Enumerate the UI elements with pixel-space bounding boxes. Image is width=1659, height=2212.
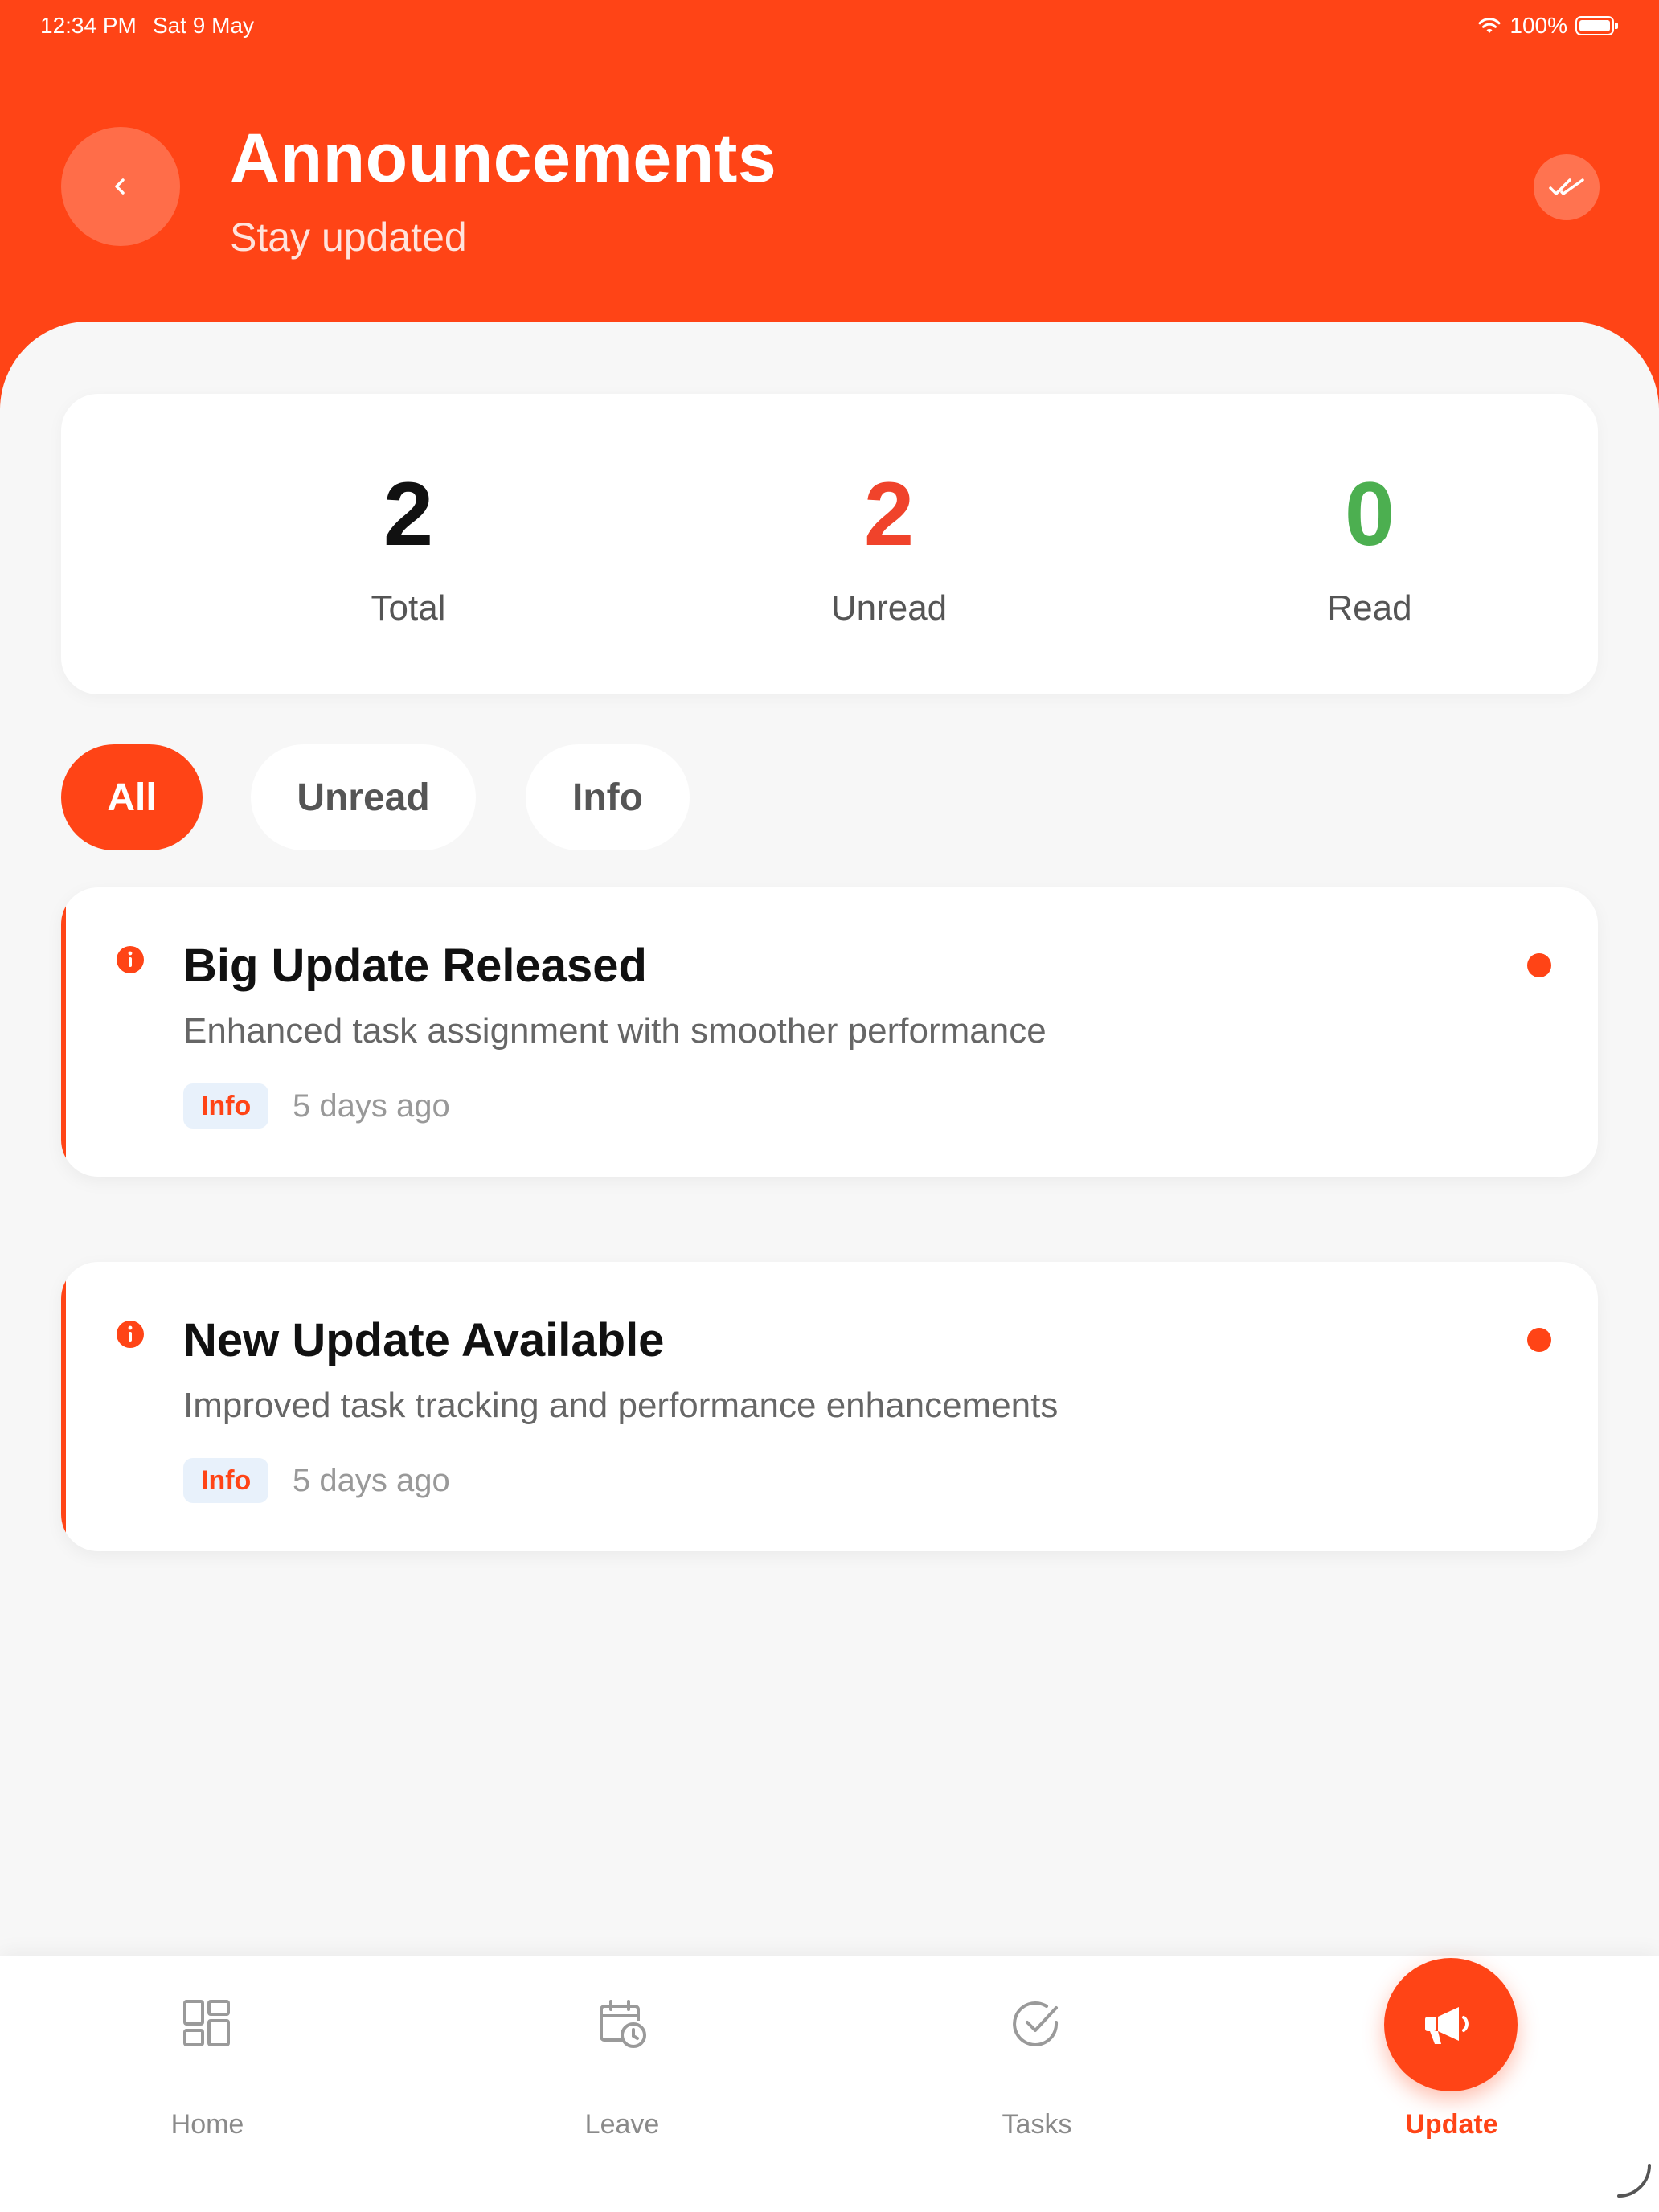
nav-label-home: Home	[170, 2109, 244, 2140]
announcement-tag-badge: Info	[183, 1083, 269, 1129]
check-circle-icon	[1013, 2001, 1059, 2046]
back-button[interactable]	[61, 127, 180, 246]
stat-unread-value: 2	[863, 464, 915, 564]
stat-read-value: 0	[1344, 464, 1395, 564]
announcement-description: Enhanced task assignment with smoother p…	[183, 1011, 1047, 1051]
mark-all-read-button[interactable]	[1534, 154, 1600, 220]
unread-dot-icon	[1527, 1328, 1551, 1352]
status-indicators: 100%	[1477, 13, 1618, 39]
announcement-tag-badge: Info	[183, 1458, 269, 1503]
announcement-card[interactable]: Big Update Released Enhanced task assign…	[61, 887, 1598, 1177]
stat-total-value: 2	[383, 464, 434, 564]
page-subtitle: Stay updated	[230, 215, 467, 260]
nav-label-update: Update	[1405, 2109, 1498, 2140]
info-icon	[117, 1321, 144, 1348]
stat-read: 0 Read	[1209, 394, 1530, 629]
announcement-card[interactable]: New Update Available Improved task track…	[61, 1262, 1598, 1551]
stat-unread-label: Unread	[830, 588, 948, 628]
wifi-icon	[1478, 18, 1501, 33]
bottom-navigation: Home Leave Tasks Update	[0, 1956, 1659, 2212]
calendar-clock-icon	[600, 2000, 646, 2048]
double-check-icon	[1549, 178, 1584, 195]
battery-percentage: 100%	[1509, 13, 1567, 38]
announcement-description: Improved task tracking and performance e…	[183, 1386, 1059, 1425]
announcement-time: 5 days ago	[293, 1463, 450, 1498]
stat-unread: 2 Unread	[728, 394, 1050, 629]
swipe-handle-icon	[1617, 2164, 1651, 2198]
chevron-left-icon	[115, 178, 125, 195]
stat-total: 2 Total	[248, 394, 569, 629]
status-time: 12:34 PM	[40, 13, 137, 38]
megaphone-icon	[1425, 2007, 1469, 2044]
filter-info-chip[interactable]: Info	[526, 744, 690, 850]
page-title: Announcements	[230, 120, 777, 197]
filter-unread-chip[interactable]: Unread	[251, 744, 476, 850]
stats-card: 2 Total 2 Unread 0 Read	[61, 394, 1598, 694]
filter-all-chip[interactable]: All	[61, 744, 203, 850]
nav-label-leave: Leave	[584, 2109, 660, 2140]
stat-total-label: Total	[371, 588, 446, 628]
nav-label-tasks: Tasks	[1002, 2109, 1072, 2140]
update-fab-button[interactable]	[1384, 1958, 1518, 2091]
unread-dot-icon	[1527, 953, 1551, 977]
info-icon	[117, 946, 144, 973]
announcement-title: New Update Available	[183, 1314, 665, 1366]
status-date: Sat 9 May	[153, 13, 255, 38]
grid-icon	[183, 2000, 230, 2046]
status-bar: 12:34 PM Sat 9 May 100%	[0, 0, 1659, 51]
battery-icon	[1575, 16, 1618, 35]
announcement-title: Big Update Released	[183, 940, 647, 992]
announcement-time: 5 days ago	[293, 1088, 450, 1124]
stat-read-label: Read	[1327, 588, 1412, 628]
